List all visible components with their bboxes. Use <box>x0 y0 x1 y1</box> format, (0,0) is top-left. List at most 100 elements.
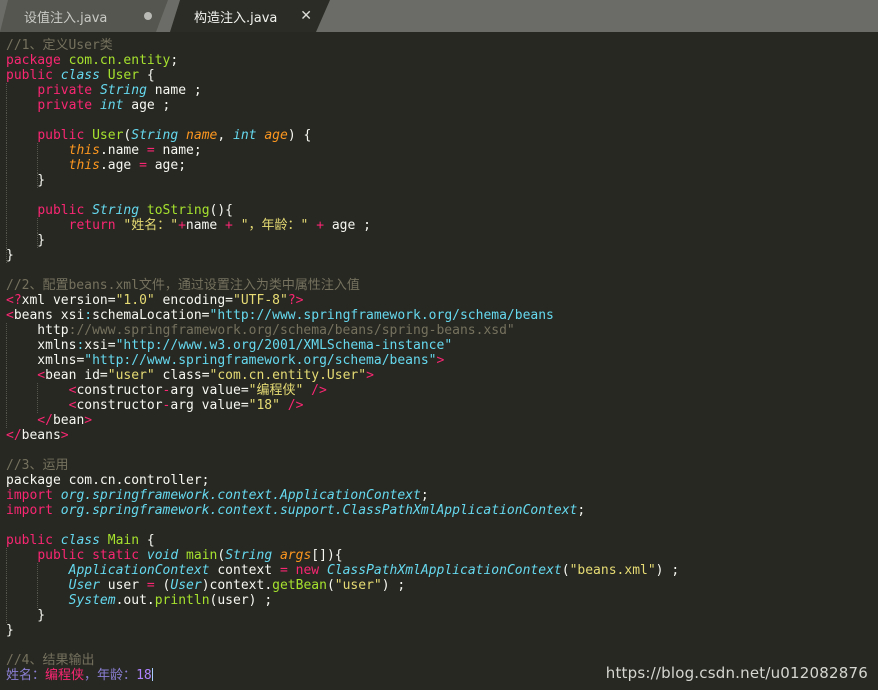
indent-guide <box>6 98 7 113</box>
close-icon[interactable]: ✕ <box>298 9 314 23</box>
code-token: "18" <box>248 398 280 413</box>
code-token: } <box>6 173 46 188</box>
code-token: (user) ; <box>209 593 273 608</box>
code-token: class= <box>154 368 210 383</box>
code-token: xmlns= <box>6 353 85 368</box>
code-token: public <box>37 128 85 143</box>
code-token: ( <box>561 563 570 578</box>
code-token: ) { <box>287 128 312 143</box>
code-line: } <box>6 608 878 623</box>
code-token: { <box>139 68 155 83</box>
code-token: private <box>37 83 93 98</box>
code-token: arg <box>170 398 194 413</box>
code-token: age ; <box>123 98 171 113</box>
code-token: } <box>6 248 14 263</box>
code-content: //1、定义User类 package com.cn.entity; public … <box>6 38 878 683</box>
indent-guide <box>37 218 39 233</box>
indent-guide <box>37 233 39 248</box>
code-token: = <box>139 158 147 173</box>
code-line: } <box>6 173 878 188</box>
code-token: com.cn.entity <box>68 53 171 68</box>
indent-guide <box>6 398 7 413</box>
modified-dot-icon[interactable] <box>144 12 152 20</box>
code-token: static <box>92 548 140 563</box>
code-token: "user" <box>107 368 155 383</box>
code-token: "beans.xml" <box>569 563 656 578</box>
code-token: , <box>217 128 234 143</box>
code-token: = <box>146 578 155 593</box>
code-token: private <box>37 98 93 113</box>
code-token: "，年龄：" <box>240 218 309 233</box>
code-token: println <box>154 593 210 608</box>
code-token: int <box>99 98 124 113</box>
indent-guide <box>6 248 7 263</box>
code-line: //3、运用 <box>6 458 878 473</box>
code-token: beans <box>13 308 53 323</box>
code-token: int <box>233 128 257 143</box>
code-token: org.springframework.context.ApplicationC… <box>60 488 421 503</box>
code-token: + <box>225 218 233 233</box>
code-line: } <box>6 248 878 263</box>
code-token: args <box>279 548 312 563</box>
indent-guide <box>37 173 39 188</box>
code-line: ApplicationContext context = new ClassPa… <box>6 563 878 578</box>
code-token: public <box>6 533 53 548</box>
code-token: ， <box>84 668 98 683</box>
code-token: ; <box>420 488 429 503</box>
code-token: "http://www.springframework.org/schema/b… <box>84 353 437 368</box>
code-token: name ; <box>146 83 202 98</box>
indent-guide <box>6 353 7 368</box>
code-token: User <box>170 578 202 593</box>
code-line: private String name ; <box>6 83 878 98</box>
editor-tab-1[interactable]: 构造注入.java ✕ <box>170 0 330 32</box>
code-token: String <box>131 128 179 143</box>
code-token: //1、定义User类 <box>6 38 113 53</box>
code-token: < <box>6 413 46 428</box>
code-token: "编程侠" <box>248 383 304 398</box>
code-token: encoding= <box>154 293 234 308</box>
code-line: <constructor-arg value="编程侠" /> <box>6 383 878 398</box>
code-token: public <box>37 548 85 563</box>
code-token: public <box>37 203 85 218</box>
code-line <box>6 113 878 128</box>
indent-guide <box>6 158 7 173</box>
code-token: < <box>6 398 77 413</box>
code-token: getBean <box>272 578 327 593</box>
code-token: ://www.springframework.org/schema/beans/… <box>68 323 515 338</box>
code-token: name <box>186 128 218 143</box>
indent-guide <box>37 578 39 593</box>
indent-guide <box>6 578 7 593</box>
indent-guide <box>6 323 7 338</box>
code-token: )context. <box>201 578 273 593</box>
code-token: constructor <box>76 398 163 413</box>
code-line: xmlns:xsi="http://www.w3.org/2001/XMLSch… <box>6 338 878 353</box>
code-token: } <box>6 623 14 638</box>
code-line: this.name = name; <box>6 143 878 158</box>
editor-tab-0[interactable]: 设值注入.java <box>0 0 168 32</box>
indent-guide <box>37 593 39 608</box>
code-token: "姓名：" <box>123 218 179 233</box>
code-token: user <box>99 578 147 593</box>
code-token: = <box>279 563 288 578</box>
code-line: http://www.springframework.org/schema/be… <box>6 323 878 338</box>
code-token: toString <box>146 203 210 218</box>
code-editor[interactable]: //1、定义User类 package com.cn.entity; public … <box>0 32 878 690</box>
code-token: "com.cn.entity.User" <box>209 368 367 383</box>
indent-guide <box>6 563 7 578</box>
code-token: + <box>178 218 186 233</box>
code-line: package com.cn.controller; <box>6 473 878 488</box>
code-token: public <box>6 68 53 83</box>
code-token: import <box>6 503 53 518</box>
indent-guide <box>37 158 39 173</box>
tab-label: 设值注入.java <box>24 10 108 26</box>
code-line: public static void main(String args[]){ <box>6 548 878 563</box>
